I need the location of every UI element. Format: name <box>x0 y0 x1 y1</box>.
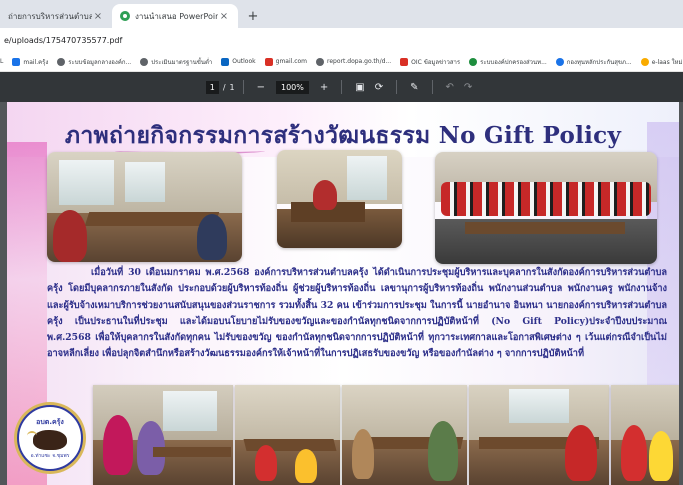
document-title: ภาพถ่ายกิจกรรมการสร้างวัฒนธรรม No Gift P… <box>7 118 679 154</box>
undo-icon[interactable]: ↶ <box>441 82 459 93</box>
tab-title: ถ่ายการบริหารส่วนตำบลครุ้ง <box>8 11 92 21</box>
toolbar-divider <box>242 80 244 94</box>
pdf-page: ภาพถ่ายกิจกรรมการสร้างวัฒนธรรม No Gift P… <box>7 102 679 485</box>
outlook-icon <box>221 57 230 66</box>
bookmark-item[interactable]: ประเมินมาตรฐานขั้นต่ำ <box>140 57 212 67</box>
site-icon <box>469 57 478 66</box>
redo-icon[interactable]: ↷ <box>459 82 477 93</box>
bookmarks-bar: L mail.ครุ้ง ระบบข้อมูลกลางองค์ก... ประเ… <box>0 52 683 72</box>
page-total: 1 <box>229 82 235 92</box>
bookmark-item[interactable]: ระบบองค์ปกครองส่วนท... <box>469 57 547 67</box>
group-photo <box>435 152 657 264</box>
pdf-icon <box>400 57 409 66</box>
zoom-input[interactable]: 100% <box>276 80 309 94</box>
toolbar-divider <box>396 80 398 94</box>
tab-strip: ถ่ายการบริหารส่วนตำบลครุ้ง × งานนำเสนอ P… <box>0 0 683 28</box>
bull-emblem-icon <box>27 429 67 450</box>
address-bar[interactable]: e/uploads/175470735577.pdf <box>0 28 683 52</box>
meeting-photo <box>277 150 402 248</box>
site-icon <box>640 57 649 66</box>
pdf-toolbar: 1 / 1 − 100% + ▣ ⟳ ✎ ↶ ↷ <box>0 72 683 102</box>
page-number-input[interactable]: 1 <box>205 80 219 94</box>
tab-active[interactable]: งานนำเสนอ PowerPoint × <box>112 4 238 28</box>
organization-seal-logo: อบต.ครุ้ง อ.ท่าแซะ จ.ชุมพร <box>17 405 83 471</box>
close-icon[interactable]: × <box>92 11 104 22</box>
url-text[interactable]: e/uploads/175470735577.pdf <box>4 36 122 45</box>
meeting-photo <box>93 385 233 485</box>
bookmark-item[interactable]: OIC ข้อมูลข่าวสาร <box>400 57 460 67</box>
meeting-photo <box>235 385 340 485</box>
toolbar-divider <box>341 80 343 94</box>
toolbar-divider <box>431 80 433 94</box>
bookmark-item[interactable]: gmail.com <box>264 57 307 66</box>
mail-icon <box>12 57 21 66</box>
meeting-photo <box>342 385 467 485</box>
globe-icon <box>140 57 149 66</box>
document-body: เมื่อวันที่ 30 เดือนมกราคม พ.ศ.2568 องค์… <box>47 265 667 363</box>
zoom-in-button[interactable]: + <box>315 82 333 93</box>
close-icon[interactable]: × <box>218 11 230 22</box>
site-icon <box>555 57 564 66</box>
meeting-photo <box>611 385 679 485</box>
bookmark-item[interactable]: report.dopa.go.th/d... <box>316 57 391 66</box>
favicon-icon <box>120 11 130 21</box>
bookmark-item[interactable]: e-laas ใหม่ <box>640 57 682 67</box>
body-paragraph: เมื่อวันที่ 30 เดือนมกราคม พ.ศ.2568 องค์… <box>47 267 667 360</box>
bookmark-item[interactable]: L <box>0 58 3 65</box>
meeting-photo <box>469 385 609 485</box>
page-separator: / <box>222 82 226 92</box>
new-tab-button[interactable]: + <box>242 4 264 28</box>
bookmark-item[interactable]: ระบบข้อมูลกลางองค์ก... <box>57 57 131 67</box>
tab-inactive[interactable]: ถ่ายการบริหารส่วนตำบลครุ้ง × <box>0 4 112 28</box>
zoom-out-button[interactable]: − <box>252 82 270 93</box>
tab-title: งานนำเสนอ PowerPoint <box>135 11 218 21</box>
annotate-icon[interactable]: ✎ <box>405 82 423 93</box>
fit-page-icon[interactable]: ▣ <box>350 82 369 93</box>
bookmark-item[interactable]: mail.ครุ้ง <box>12 57 48 67</box>
globe-icon <box>316 57 325 66</box>
bookmark-item[interactable]: กองทุนหลักประกันสุขภ... <box>555 57 632 67</box>
gmail-icon <box>264 57 273 66</box>
meeting-photo <box>47 152 242 262</box>
bookmark-item[interactable]: Outlook <box>221 57 256 66</box>
rotate-icon[interactable]: ⟳ <box>370 82 388 93</box>
pdf-viewer[interactable]: ภาพถ่ายกิจกรรมการสร้างวัฒนธรรม No Gift P… <box>0 102 683 485</box>
globe-icon <box>57 57 66 66</box>
